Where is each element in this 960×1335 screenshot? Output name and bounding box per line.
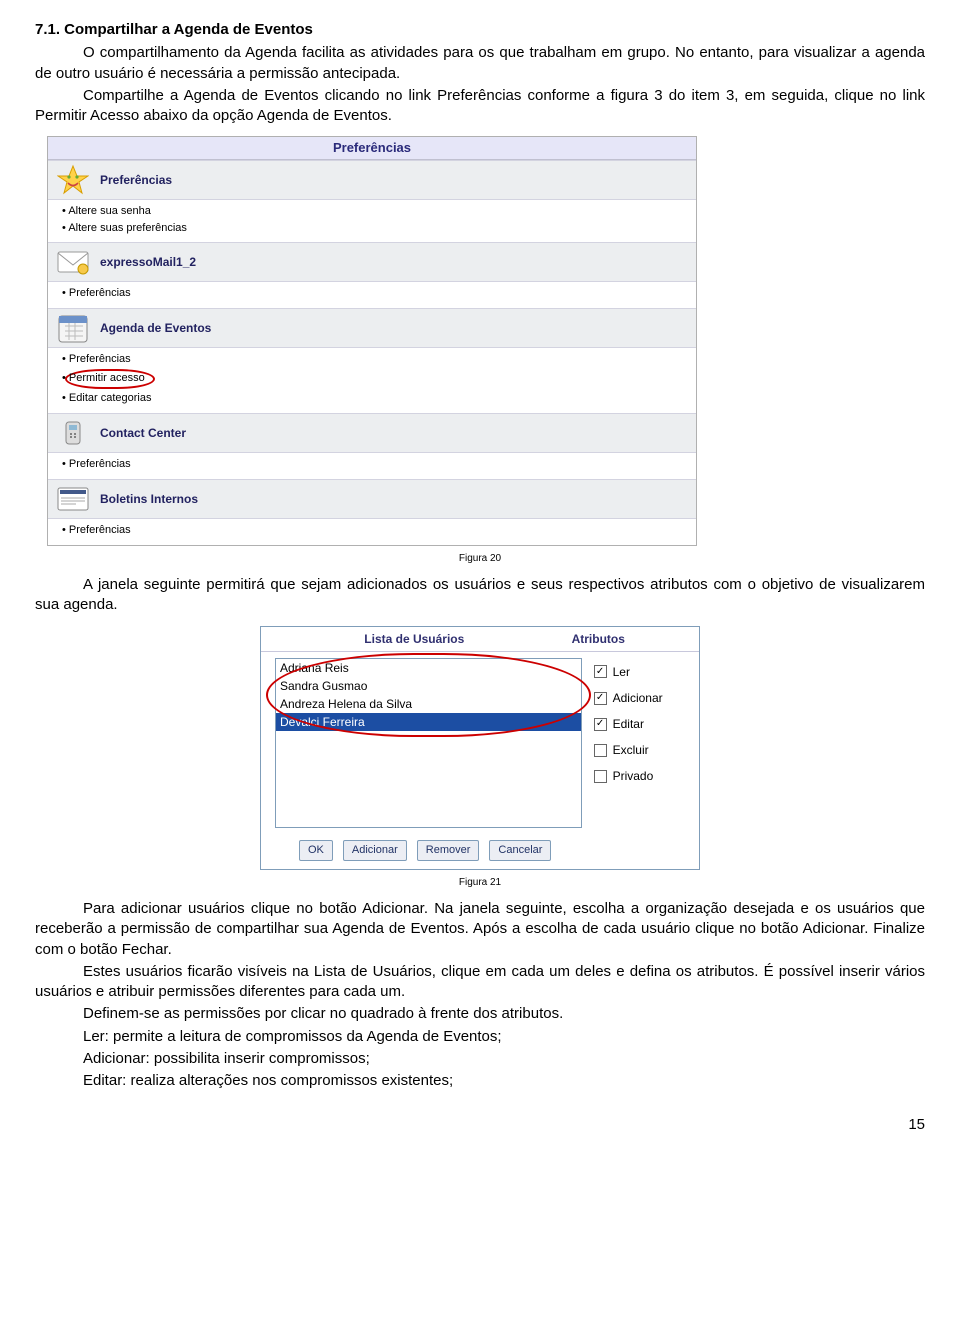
star-icon <box>54 163 92 197</box>
section-agenda: Agenda de Eventos <box>48 308 696 348</box>
checkbox-icon: ✓ <box>594 718 607 731</box>
highlight-circle: Permitir acesso <box>65 369 155 389</box>
adicionar-button[interactable]: Adicionar <box>343 840 407 861</box>
figure-21: Lista de Usuários Atributos Adriana Reis… <box>35 626 925 870</box>
link-list-expressomail: Preferências <box>48 282 696 308</box>
preferences-panel: Preferências Preferências Altere sua sen… <box>47 136 697 545</box>
checkbox-icon <box>594 744 607 757</box>
ok-button[interactable]: OK <box>299 840 333 861</box>
section-contact-center: Contact Center <box>48 413 696 453</box>
paragraph-5: Estes usuários ficarão visíveis na Lista… <box>35 962 925 1003</box>
preferences-titlebar: Preferências <box>48 137 696 160</box>
link-altere-sua-senha[interactable]: Altere sua senha <box>62 203 696 220</box>
checkbox-label: Privado <box>613 768 654 784</box>
column-users-header: Lista de Usuários <box>261 627 568 651</box>
link-preferencias-contact[interactable]: Preferências <box>62 456 696 473</box>
mail-icon <box>54 245 92 279</box>
checkbox-label: Excluir <box>613 742 649 758</box>
remover-button[interactable]: Remover <box>417 840 480 861</box>
checkbox-adicionar[interactable]: ✓ Adicionar <box>594 690 713 706</box>
link-list-boletins: Preferências <box>48 519 696 545</box>
section-title: Agenda de Eventos <box>100 320 211 336</box>
figure-20-caption: Figura 20 <box>35 552 925 566</box>
checkbox-icon: ✓ <box>594 665 607 678</box>
phone-icon <box>54 416 92 450</box>
user-permission-panel: Lista de Usuários Atributos Adriana Reis… <box>260 626 700 870</box>
paragraph-3: A janela seguinte permitirá que sejam ad… <box>35 575 925 616</box>
paragraph-7: Ler: permite a leitura de compromissos d… <box>35 1027 925 1047</box>
checkbox-excluir[interactable]: Excluir <box>594 742 713 758</box>
figure-21-caption: Figura 21 <box>35 876 925 890</box>
checkbox-label: Adicionar <box>613 690 663 706</box>
checkbox-label: Editar <box>613 716 644 732</box>
paragraph-9: Editar: realiza alterações nos compromis… <box>35 1071 925 1091</box>
figure-20: Preferências Preferências Altere sua sen… <box>35 136 925 545</box>
checkbox-icon: ✓ <box>594 692 607 705</box>
news-icon <box>54 482 92 516</box>
checkbox-label: Ler <box>613 664 630 680</box>
section-boletins: Boletins Internos <box>48 479 696 519</box>
link-preferencias-boletins[interactable]: Preferências <box>62 522 696 539</box>
paragraph-2: Compartilhe a Agenda de Eventos clicando… <box>35 86 925 127</box>
user-listbox[interactable]: Adriana Reis Sandra Gusmao Andreza Helen… <box>275 658 582 828</box>
list-item-selected[interactable]: Devalci Ferreira <box>276 713 581 731</box>
link-list-preferencias: Altere sua senha Altere suas preferência… <box>48 200 696 243</box>
page-number: 15 <box>35 1115 925 1135</box>
cancelar-button[interactable]: Cancelar <box>489 840 551 861</box>
calendar-icon <box>54 311 92 345</box>
link-preferencias-agenda[interactable]: Preferências <box>62 351 696 368</box>
section-heading: 7.1. Compartilhar a Agenda de Eventos <box>35 20 925 40</box>
checkbox-editar[interactable]: ✓ Editar <box>594 716 713 732</box>
section-title: Contact Center <box>100 425 186 441</box>
link-preferencias-mail[interactable]: Preferências <box>62 285 696 302</box>
checkbox-ler[interactable]: ✓ Ler <box>594 664 713 680</box>
checkbox-privado[interactable]: Privado <box>594 768 713 784</box>
paragraph-1: O compartilhamento da Agenda facilita as… <box>35 43 925 84</box>
attributes-column: ✓ Ler ✓ Adicionar ✓ Editar Excluir Privado <box>588 652 719 832</box>
link-permitir-acesso[interactable]: Permitir acesso <box>62 368 696 390</box>
link-editar-categorias[interactable]: Editar categorias <box>62 390 696 407</box>
list-item[interactable]: Adriana Reis <box>276 659 581 677</box>
section-title: expressoMail1_2 <box>100 254 196 270</box>
link-list-agenda: Preferências Permitir acesso Editar cate… <box>48 348 696 413</box>
section-preferencias: Preferências <box>48 160 696 200</box>
column-attrs-header: Atributos <box>568 627 699 651</box>
section-title: Boletins Internos <box>100 491 198 507</box>
list-item[interactable]: Sandra Gusmao <box>276 677 581 695</box>
button-row: OK Adicionar Remover Cancelar <box>261 832 699 869</box>
section-expressomail: expressoMail1_2 <box>48 242 696 282</box>
list-item[interactable]: Andreza Helena da Silva <box>276 695 581 713</box>
link-list-contact: Preferências <box>48 453 696 479</box>
link-altere-suas-preferencias[interactable]: Altere suas preferências <box>62 220 696 237</box>
paragraph-6: Definem-se as permissões por clicar no q… <box>35 1004 925 1024</box>
checkbox-icon <box>594 770 607 783</box>
paragraph-8: Adicionar: possibilita inserir compromis… <box>35 1049 925 1069</box>
section-title: Preferências <box>100 172 172 188</box>
paragraph-4: Para adicionar usuários clique no botão … <box>35 899 925 960</box>
